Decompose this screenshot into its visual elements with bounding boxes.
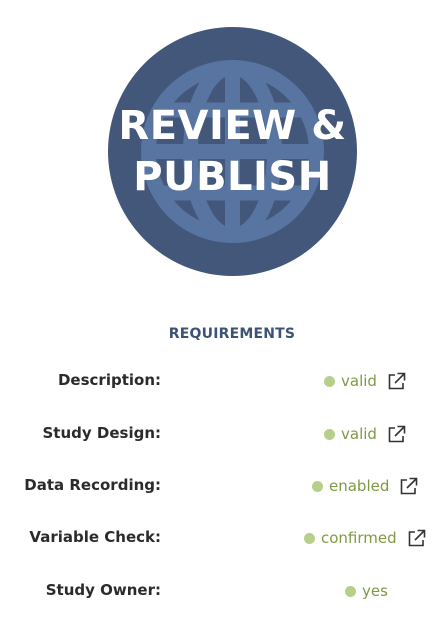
- hero-title-line-1: REVIEW &: [118, 102, 347, 149]
- requirement-row-description: Description: valid: [0, 368, 448, 394]
- requirement-label: Study Owner:: [45, 581, 161, 599]
- status-text: valid: [341, 372, 377, 390]
- status-text: yes: [362, 582, 388, 600]
- status-text: confirmed: [321, 529, 397, 547]
- requirement-label: Study Design:: [42, 424, 162, 442]
- requirement-row-study-design: Study Design: valid: [0, 421, 448, 447]
- external-link-icon[interactable]: [387, 372, 406, 391]
- status-text: valid: [341, 425, 377, 443]
- requirement-row-study-owner: Study Owner: yes: [0, 578, 448, 604]
- requirement-status: valid: [324, 368, 406, 394]
- requirement-status: yes: [345, 578, 388, 604]
- status-dot-icon: [324, 375, 335, 387]
- requirement-status: valid: [324, 421, 406, 447]
- requirements-heading: REQUIREMENTS: [168, 326, 296, 342]
- requirement-status: confirmed: [304, 525, 426, 551]
- requirement-label: Data Recording:: [24, 476, 161, 494]
- hero-title-line-2: PUBLISH: [133, 153, 332, 200]
- status-dot-icon: [304, 532, 315, 544]
- status-dot-icon: [312, 480, 323, 492]
- requirement-label: Variable Check:: [29, 528, 161, 546]
- hero-title: REVIEW & PUBLISH: [108, 27, 357, 276]
- requirement-status: enabled: [312, 473, 418, 499]
- review-publish-badge: REVIEW & PUBLISH: [108, 27, 357, 276]
- requirement-row-data-recording: Data Recording: enabled: [0, 473, 448, 499]
- status-dot-icon: [324, 428, 335, 440]
- external-link-icon[interactable]: [387, 425, 406, 444]
- external-link-icon[interactable]: [399, 477, 418, 496]
- requirement-label: Description:: [57, 371, 161, 389]
- requirement-row-variable-check: Variable Check: confirmed: [0, 525, 448, 551]
- external-link-icon[interactable]: [407, 529, 426, 548]
- status-text: enabled: [329, 477, 390, 495]
- status-dot-icon: [345, 585, 356, 597]
